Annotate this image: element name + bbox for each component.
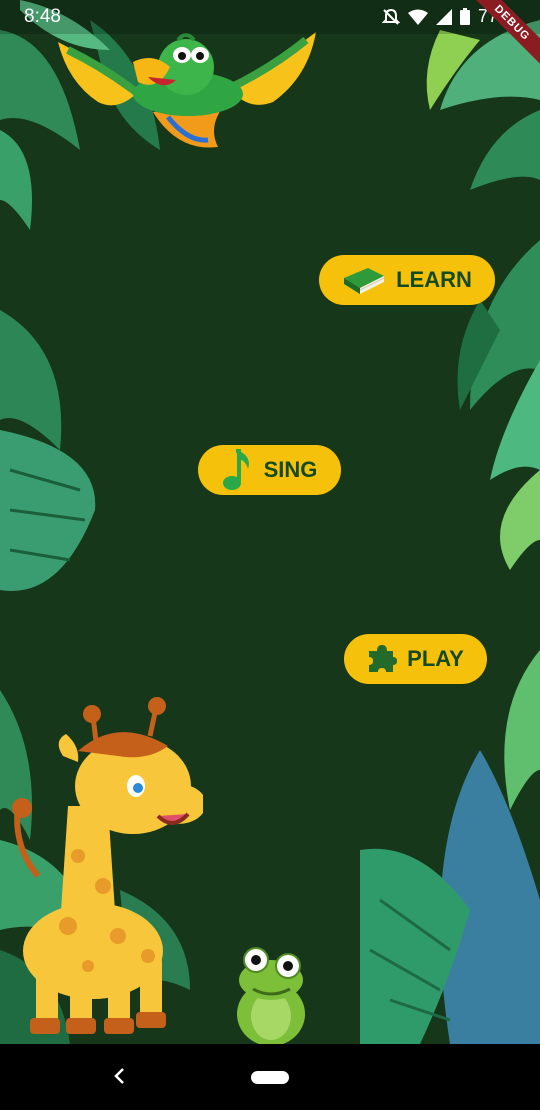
battery-icon bbox=[459, 8, 470, 25]
learn-button-label: LEARN bbox=[396, 267, 472, 292]
status-bar: 8:48 77% bbox=[0, 0, 540, 34]
back-button[interactable] bbox=[108, 1064, 132, 1088]
wifi-icon bbox=[407, 9, 428, 25]
music-note-icon bbox=[222, 449, 249, 490]
jungle-leaves-top-right bbox=[426, 20, 540, 190]
puzzle-icon bbox=[369, 645, 398, 672]
jungle-leaves-left bbox=[0, 310, 96, 591]
play-button[interactable]: PLAY bbox=[344, 634, 487, 684]
signal-icon bbox=[435, 8, 452, 25]
book-icon bbox=[344, 268, 385, 294]
home-screen: LEARN SING PLAY 8:48 DEBUG bbox=[0, 0, 540, 1044]
jungle-leaves-bottom-right bbox=[360, 650, 540, 1044]
parrot-illustration bbox=[58, 32, 316, 148]
sing-button-label: SING bbox=[263, 457, 318, 482]
status-time: 8:48 bbox=[24, 6, 61, 27]
play-button-label: PLAY bbox=[407, 646, 464, 671]
notifications-off-icon bbox=[381, 8, 400, 25]
learn-button[interactable]: LEARN bbox=[319, 255, 495, 305]
home-button[interactable] bbox=[251, 1071, 289, 1084]
frog-illustration bbox=[237, 947, 305, 1044]
giraffe-illustration bbox=[12, 697, 203, 1034]
sing-button[interactable]: SING bbox=[198, 445, 341, 495]
